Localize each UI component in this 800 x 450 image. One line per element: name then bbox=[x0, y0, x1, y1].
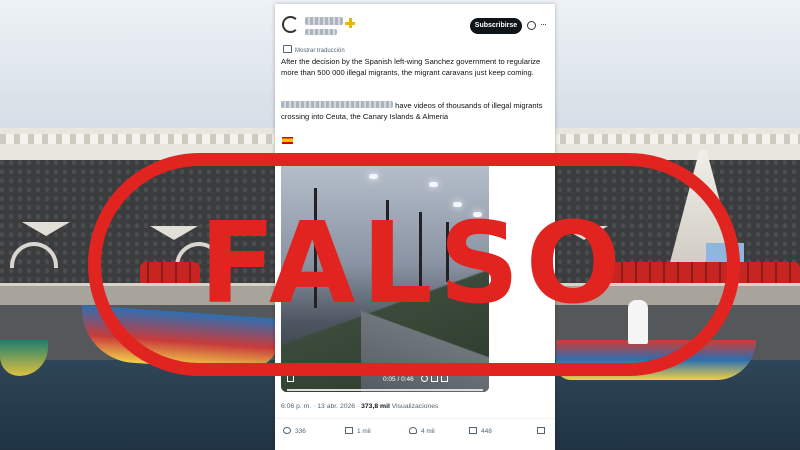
divider bbox=[275, 418, 555, 419]
share-icon bbox=[537, 427, 545, 434]
video-timestamp: 0:05 / 0:46 bbox=[383, 376, 414, 383]
play-pause-icon[interactable] bbox=[287, 375, 294, 382]
show-translation-link[interactable]: Mostrar traducción bbox=[283, 45, 345, 54]
like-button[interactable]: 4 mil bbox=[409, 427, 435, 435]
grok-icon[interactable] bbox=[527, 21, 536, 30]
bookmark-icon bbox=[469, 427, 477, 434]
verified-badge-icon bbox=[345, 18, 355, 28]
tweet-header: Subscribirse ··· bbox=[275, 4, 555, 40]
tweet-text-mention: have videos of thousands of illegal migr… bbox=[281, 101, 543, 121]
retweet-icon bbox=[345, 427, 353, 434]
share-button[interactable] bbox=[537, 427, 549, 435]
boat-decoration bbox=[22, 222, 70, 236]
tweet-text: After the decision by the Spanish left-w… bbox=[281, 57, 541, 77]
bookmark-button[interactable]: 448 bbox=[469, 427, 492, 435]
tweet-actions: 336 1 mil 4 mil 448 bbox=[283, 427, 545, 441]
reply-button[interactable]: 336 bbox=[283, 427, 306, 435]
volume-icon[interactable] bbox=[421, 375, 428, 382]
mentions-blurred[interactable] bbox=[281, 101, 393, 108]
author-name-blurred[interactable] bbox=[305, 17, 343, 25]
author-handle-blurred[interactable] bbox=[305, 29, 337, 35]
wave-decoration bbox=[10, 242, 58, 268]
falso-stamp-text: FALSO bbox=[199, 199, 627, 329]
subscribe-button[interactable]: Subscribirse bbox=[470, 18, 522, 34]
fullscreen-icon[interactable] bbox=[441, 375, 448, 382]
translate-icon bbox=[283, 45, 292, 53]
video-progress-bar[interactable] bbox=[287, 389, 483, 391]
settings-icon[interactable] bbox=[431, 375, 438, 382]
tweet-meta: 6:06 p. m. · 13 abr. 2026 · 373,8 mil Vi… bbox=[281, 403, 439, 410]
spain-flag-icon bbox=[282, 137, 293, 144]
reply-icon bbox=[283, 427, 291, 434]
retweet-button[interactable]: 1 mil bbox=[345, 427, 371, 435]
avatar[interactable] bbox=[282, 16, 299, 33]
heart-icon bbox=[409, 427, 417, 434]
more-options-icon[interactable]: ··· bbox=[540, 19, 547, 29]
